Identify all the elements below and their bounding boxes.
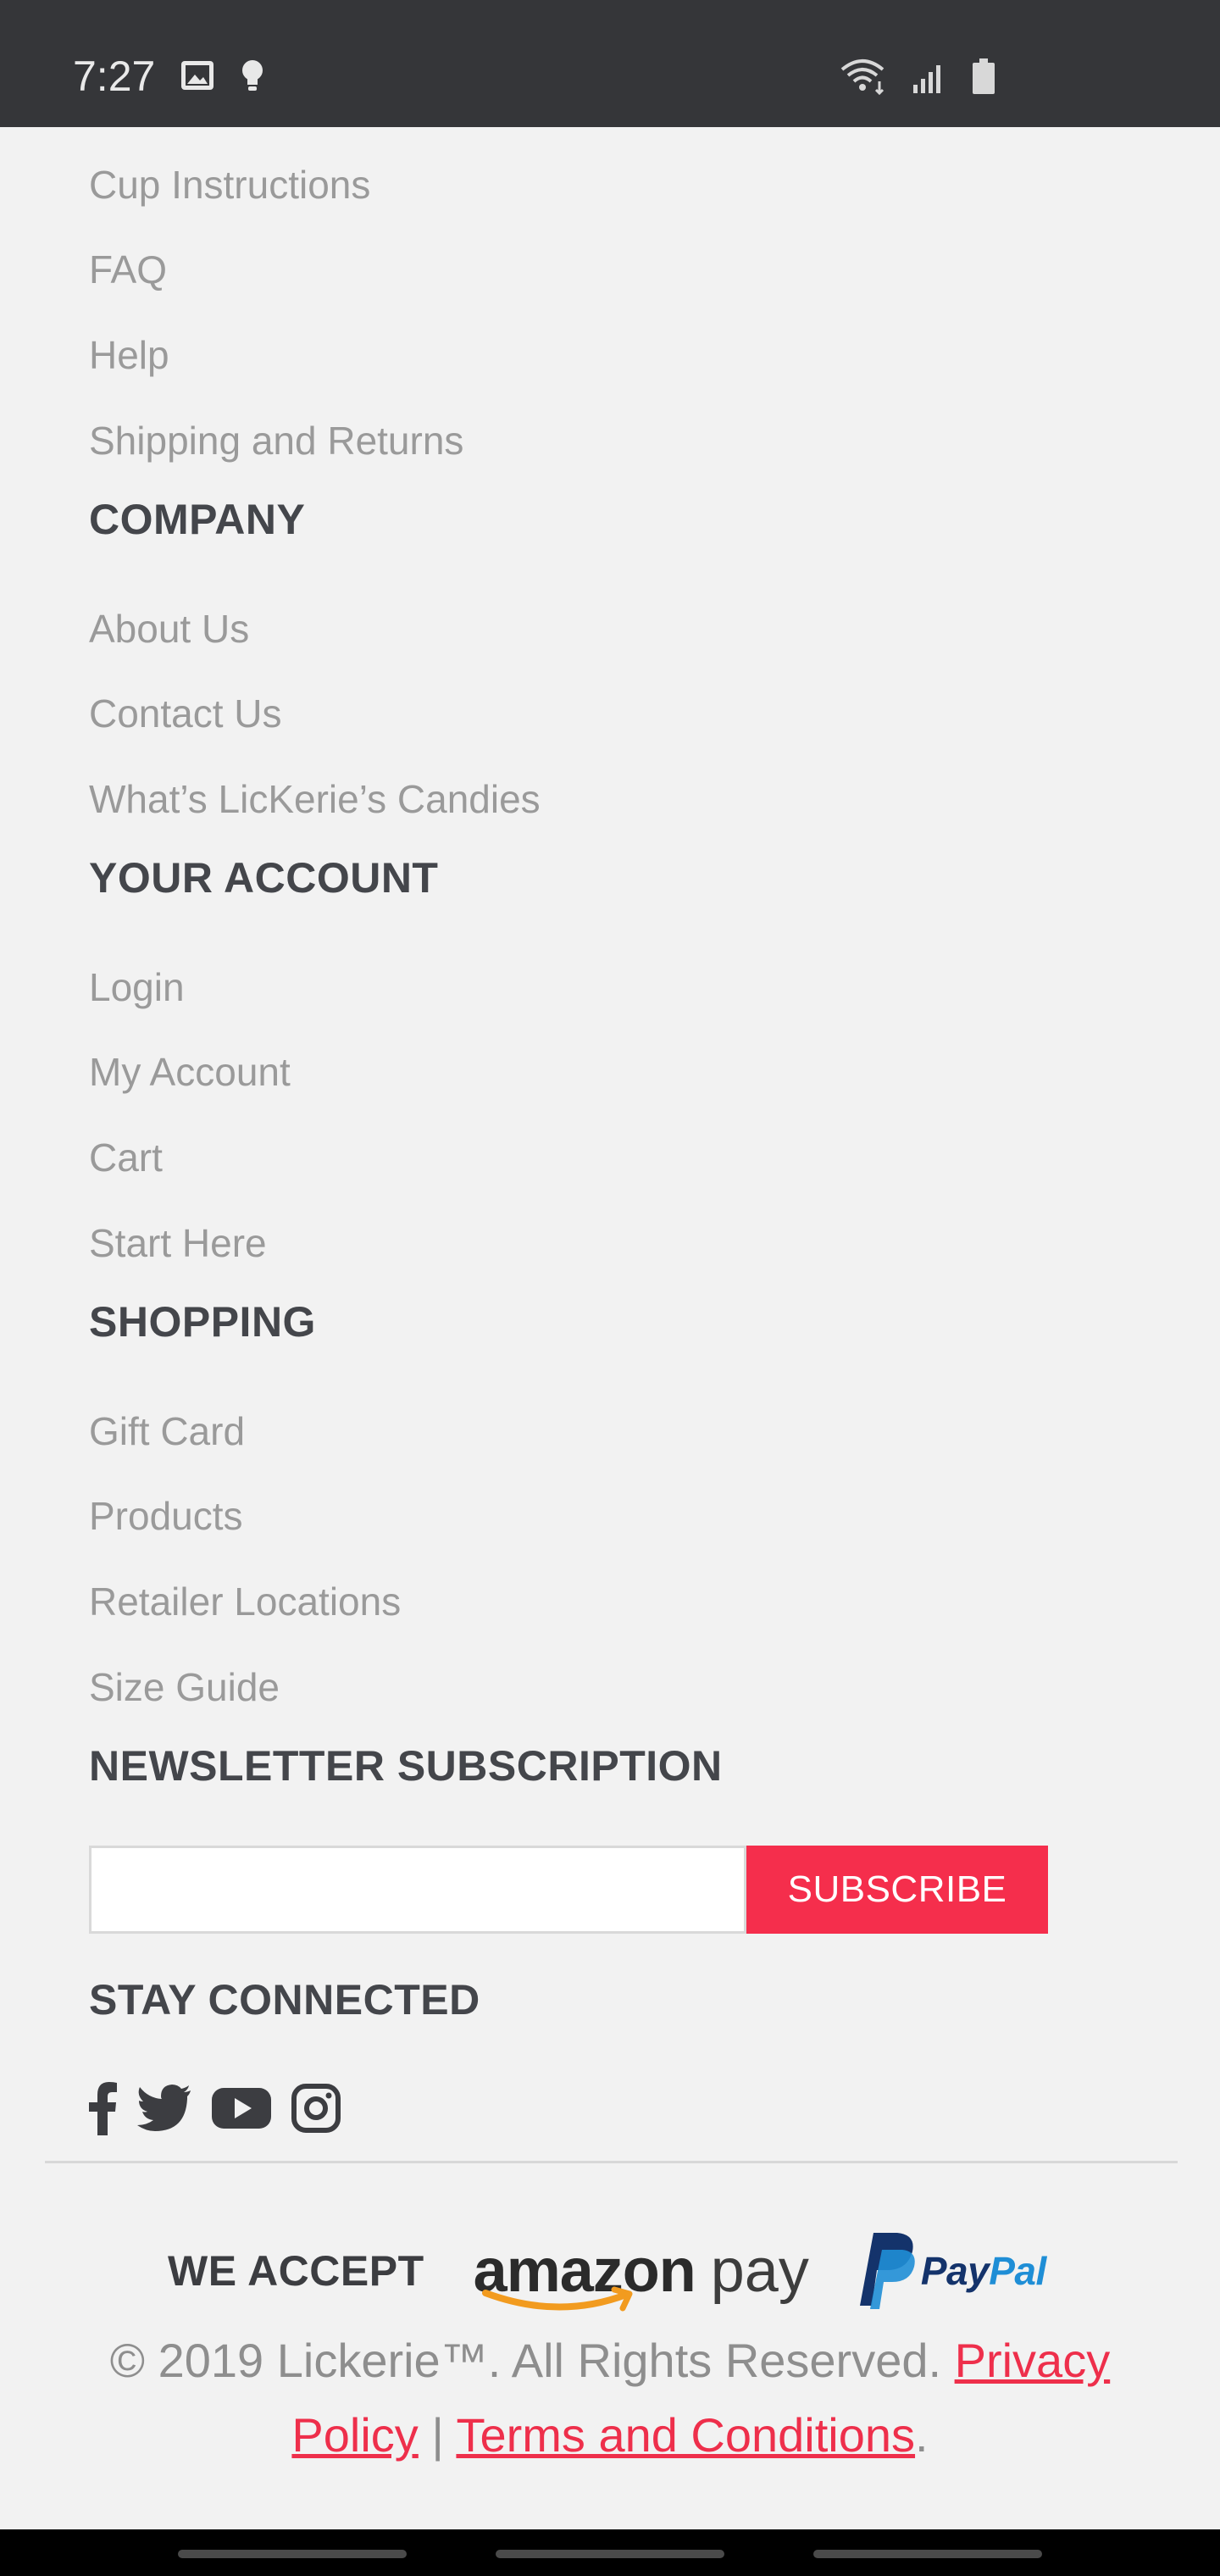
paypal-p-icon <box>848 2229 916 2313</box>
twitter-icon[interactable] <box>136 2085 192 2136</box>
footer-link-size-guide[interactable]: Size Guide <box>89 1663 280 1711</box>
image-icon <box>180 58 215 97</box>
amazon-smile-icon <box>481 2286 633 2312</box>
status-right-icons <box>840 56 996 99</box>
footer-link-cup-instructions[interactable]: Cup Instructions <box>89 161 370 208</box>
shopping-heading: SHOPPING <box>89 1298 316 1346</box>
amazon-pay-logo: amazon pay <box>474 2229 809 2313</box>
nav-recents-pill[interactable] <box>178 2550 407 2558</box>
battery-icon <box>971 58 996 99</box>
copyright-end: . <box>915 2408 929 2462</box>
status-left-icons <box>180 58 266 97</box>
footer-link-start-here[interactable]: Start Here <box>89 1219 267 1267</box>
footer-link-shipping-returns[interactable]: Shipping and Returns <box>89 417 463 464</box>
footer-link-whats-lickeries-candies[interactable]: What’s LicKerie’s Candies <box>89 775 541 823</box>
your-account-heading: YOUR ACCOUNT <box>89 854 439 902</box>
nav-back-pill[interactable] <box>813 2550 1042 2558</box>
youtube-icon[interactable] <box>211 2086 272 2135</box>
copyright-separator: | <box>431 2408 444 2462</box>
paypal-logo: PayPal <box>848 2229 1046 2313</box>
footer-link-help[interactable]: Help <box>89 331 169 379</box>
status-time: 7:27 <box>73 53 156 100</box>
social-icons-row <box>87 2081 341 2140</box>
footer-divider <box>45 2161 1178 2163</box>
payment-methods-row: WE ACCEPT amazon pay PayPal <box>168 2229 1046 2313</box>
footer-link-faq[interactable]: FAQ <box>89 246 167 293</box>
facebook-icon[interactable] <box>87 2081 118 2140</box>
nav-home-pill[interactable] <box>496 2550 724 2558</box>
footer-link-products[interactable]: Products <box>89 1492 243 1540</box>
bulb-icon <box>239 58 266 97</box>
footer-link-about-us[interactable]: About Us <box>89 605 249 652</box>
wifi-icon <box>840 56 888 99</box>
status-bar: 7:27 <box>0 0 1220 127</box>
footer-link-retailer-locations[interactable]: Retailer Locations <box>89 1578 401 1625</box>
footer-link-my-account[interactable]: My Account <box>89 1048 291 1096</box>
copyright-notice: © 2019 Lickerie™. All Rights Reserved. P… <box>51 2323 1169 2473</box>
footer-link-contact-us[interactable]: Contact Us <box>89 690 282 737</box>
amazon-pay-word: pay <box>710 2237 809 2305</box>
paypal-wordmark: PayPal <box>920 2249 1046 2293</box>
subscribe-button[interactable]: SUBSCRIBE <box>746 1846 1048 1934</box>
terms-conditions-link[interactable]: Terms and Conditions <box>456 2408 915 2462</box>
company-heading: COMPANY <box>89 496 306 543</box>
newsletter-email-input[interactable] <box>89 1846 746 1934</box>
we-accept-label: WE ACCEPT <box>168 2247 424 2295</box>
footer-link-cart[interactable]: Cart <box>89 1134 163 1181</box>
newsletter-heading: NEWSLETTER SUBSCRIPTION <box>89 1742 723 1790</box>
instagram-icon[interactable] <box>291 2083 341 2138</box>
footer-link-login[interactable]: Login <box>89 963 185 1011</box>
system-nav-bar <box>0 2529 1220 2576</box>
footer-link-gift-card[interactable]: Gift Card <box>89 1407 245 1455</box>
signal-icon <box>912 59 947 99</box>
stay-connected-heading: STAY CONNECTED <box>89 1976 480 2024</box>
copyright-text: © 2019 Lickerie™. All Rights Reserved. <box>109 2334 942 2387</box>
